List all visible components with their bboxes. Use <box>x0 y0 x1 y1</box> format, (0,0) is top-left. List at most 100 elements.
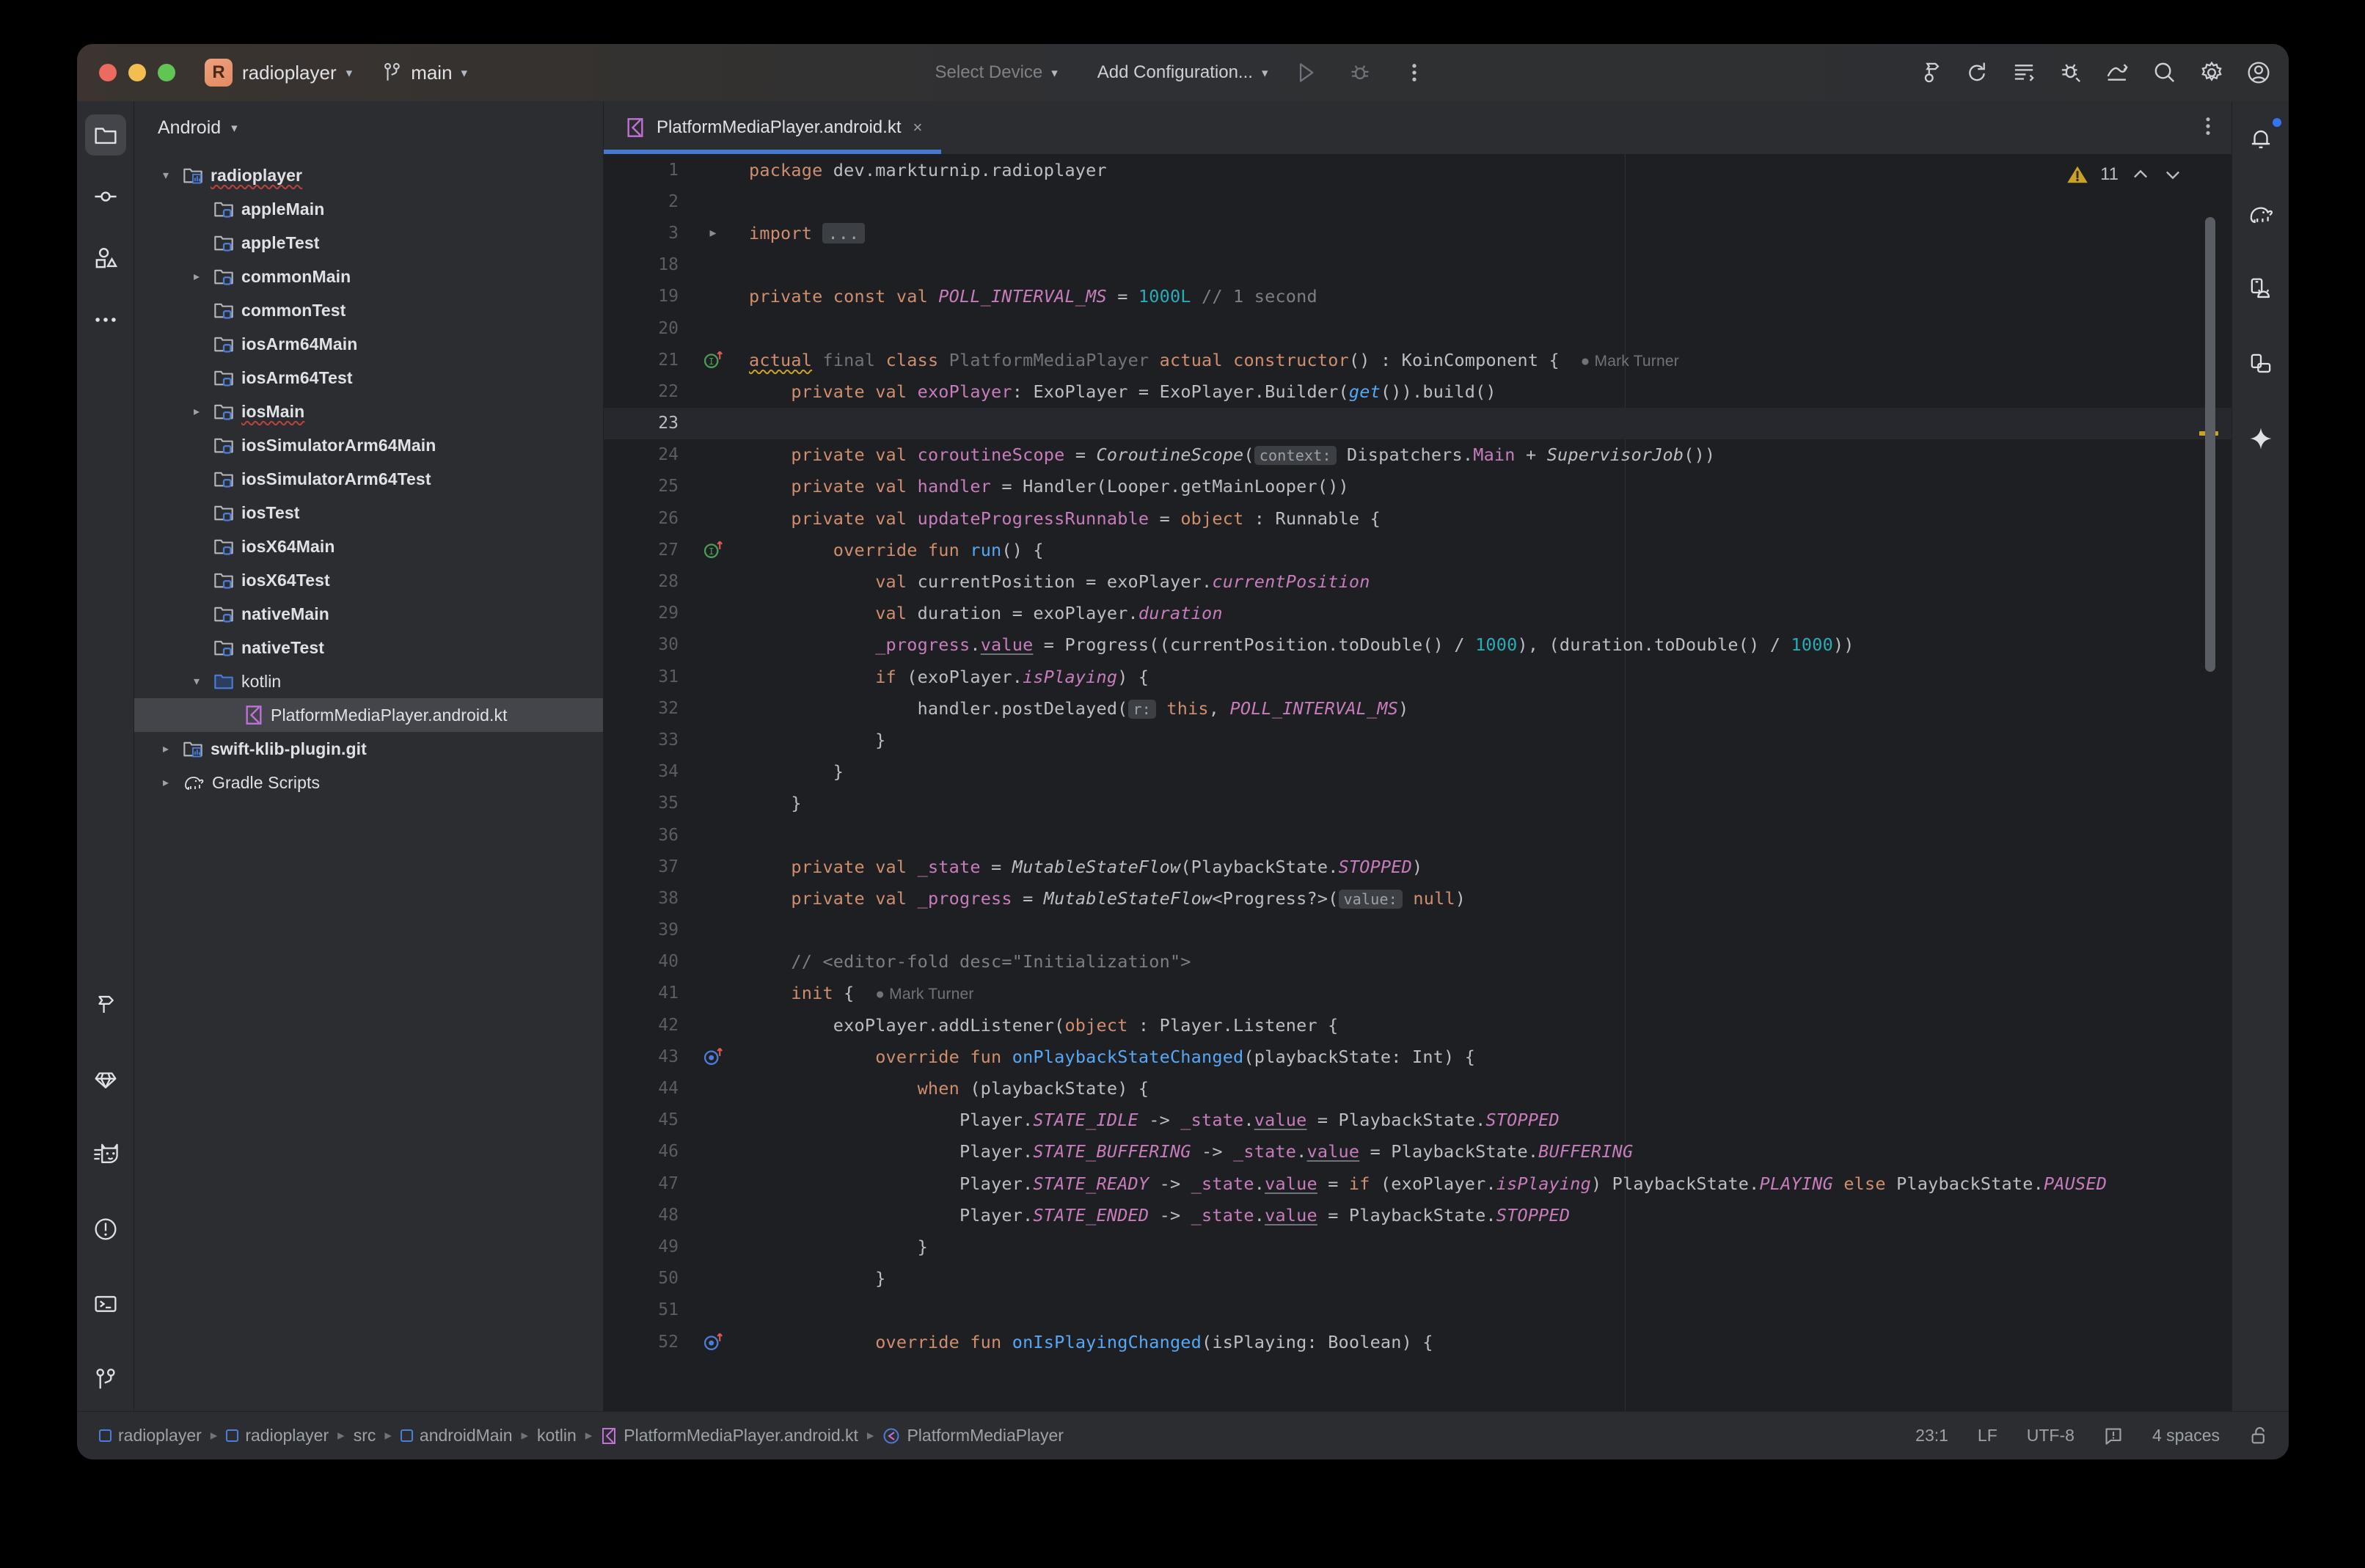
breadcrumb-item[interactable]: radioplayer <box>99 1426 202 1446</box>
twisty-icon[interactable]: ▾ <box>156 168 175 183</box>
tree-node[interactable]: nativeTest <box>134 631 603 664</box>
gutter-row[interactable]: 41 <box>604 978 736 1009</box>
gutter-row[interactable]: 23 <box>604 407 736 439</box>
sidebar-item-build[interactable] <box>85 984 126 1025</box>
gutter-row[interactable]: 52 <box>604 1326 736 1358</box>
sidebar-item-project[interactable] <box>84 114 126 155</box>
tree-node[interactable]: ▸ Gradle Scripts <box>134 766 603 799</box>
code-row[interactable]: private val exoPlayer: ExoPlayer = ExoPl… <box>736 375 2231 407</box>
code-row[interactable]: private val updateProgressRunnable = obj… <box>736 502 2231 534</box>
twisty-icon[interactable]: ▸ <box>187 404 206 419</box>
app-quality-insights-icon[interactable] <box>2105 60 2130 85</box>
gutter-row[interactable]: 3 ▸ <box>604 217 736 249</box>
gutter-row[interactable]: 42 <box>604 1009 736 1041</box>
code-row[interactable] <box>736 1294 2231 1326</box>
gutter-row[interactable]: 31 <box>604 661 736 692</box>
gutter-row[interactable]: 36 <box>604 819 736 851</box>
code-row[interactable]: private val _progress = MutableStateFlow… <box>736 882 2231 914</box>
tab-platformmediaplayer[interactable]: PlatformMediaPlayer.android.kt × <box>604 101 942 154</box>
code-row[interactable] <box>736 186 2231 217</box>
code-row[interactable]: } <box>736 1231 2231 1262</box>
twisty-icon[interactable]: ▾ <box>187 674 206 689</box>
implementing-member-icon[interactable]: I <box>702 539 724 561</box>
gutter-row[interactable]: 18 <box>604 249 736 281</box>
gutter-row[interactable]: 28 <box>604 565 736 597</box>
sidebar-item-resource-manager[interactable] <box>85 238 126 279</box>
code-content[interactable]: package dev.markturnip.radioplayer impor… <box>736 154 2231 1411</box>
gear-icon[interactable] <box>2199 60 2224 85</box>
tree-node[interactable]: commonTest <box>134 293 603 327</box>
code-row[interactable]: override fun onIsPlayingChanged(isPlayin… <box>736 1326 2231 1358</box>
tree-node[interactable]: iosSimulatorArm64Main <box>134 428 603 462</box>
gutter-marker[interactable]: ▸ <box>690 225 736 241</box>
gutter-row[interactable]: 30 <box>604 629 736 661</box>
gutter-row[interactable]: 34 <box>604 756 736 788</box>
code-row[interactable]: Player.STATE_BUFFERING -> _state.value =… <box>736 1136 2231 1168</box>
breadcrumb-item[interactable]: kotlin <box>537 1426 577 1446</box>
gutter-row[interactable]: 26 <box>604 502 736 534</box>
gutter-row[interactable]: 1 <box>604 154 736 186</box>
code-row[interactable]: handler.postDelayed(r: this, POLL_INTERV… <box>736 692 2231 724</box>
sidebar-item-gradle[interactable] <box>85 1059 126 1100</box>
tree-node[interactable]: ▸ commonMain <box>134 260 603 293</box>
gutter-row[interactable]: 19 <box>604 281 736 312</box>
code-row[interactable]: private const val POLL_INTERVAL_MS = 100… <box>736 281 2231 312</box>
code-row[interactable]: private val _state = MutableStateFlow(Pl… <box>736 851 2231 882</box>
gutter-row[interactable]: 21 I <box>604 344 736 375</box>
gutter-row[interactable]: 45 <box>604 1104 736 1136</box>
sidebar-item-device-manager[interactable] <box>2240 268 2281 309</box>
gutter-row[interactable]: 32 <box>604 692 736 724</box>
gutter-row[interactable]: 40 <box>604 946 736 978</box>
code-row[interactable]: init { ● Mark Turner <box>736 978 2231 1009</box>
chevron-up-icon[interactable] <box>2130 165 2151 184</box>
file-encoding[interactable]: UTF-8 <box>2027 1426 2075 1446</box>
overriding-member-icon[interactable] <box>702 1046 724 1068</box>
gutter-row[interactable]: 38 <box>604 882 736 914</box>
sync-project-icon[interactable] <box>1964 60 1989 85</box>
logcat-icon[interactable] <box>2011 60 2036 85</box>
gutter-row[interactable]: 46 <box>604 1136 736 1168</box>
gutter-marker[interactable]: I <box>690 349 736 371</box>
close-window-button[interactable] <box>99 64 117 81</box>
gutter-row[interactable]: 20 <box>604 312 736 344</box>
code-row[interactable]: private val coroutineScope = CoroutineSc… <box>736 439 2231 471</box>
minimize-window-button[interactable] <box>128 64 146 81</box>
run-button[interactable] <box>1290 56 1322 89</box>
gutter-row[interactable]: 50 <box>604 1263 736 1294</box>
overriding-member-icon[interactable] <box>702 1331 724 1353</box>
sidebar-item-problems[interactable] <box>85 1209 126 1250</box>
code-row[interactable]: override fun run() { <box>736 534 2231 565</box>
chevron-down-icon[interactable] <box>2163 165 2183 184</box>
debug-button[interactable] <box>1344 56 1376 89</box>
code-row[interactable]: when (playbackState) { <box>736 1072 2231 1104</box>
tree-node[interactable]: ▸ iosMain <box>134 395 603 428</box>
project-view-selector[interactable]: Android ▾ <box>134 101 603 154</box>
breadcrumb-item[interactable]: androidMain <box>400 1426 513 1446</box>
twisty-icon[interactable]: ▸ <box>187 269 206 284</box>
gutter-row[interactable]: 24 <box>604 439 736 471</box>
code-row[interactable]: exoPlayer.addListener(object : Player.Li… <box>736 1009 2231 1041</box>
tree-node[interactable]: PlatformMediaPlayer.android.kt <box>134 698 603 732</box>
unlocked-icon[interactable] <box>2249 1426 2270 1446</box>
editor-options-button[interactable] <box>2205 116 2231 140</box>
maximize-window-button[interactable] <box>158 64 175 81</box>
gutter-marker[interactable]: I <box>690 539 736 561</box>
sidebar-item-running-devices[interactable] <box>2240 343 2281 384</box>
build-hammer-icon[interactable] <box>1918 60 1942 85</box>
gutter-row[interactable]: 25 <box>604 471 736 502</box>
code-row[interactable]: } <box>736 1263 2231 1294</box>
tree-node[interactable]: iosX64Main <box>134 530 603 563</box>
inspections-widget[interactable]: 11 <box>2066 164 2183 185</box>
twisty-icon[interactable]: ▸ <box>156 741 175 756</box>
inspection-widget-icon[interactable] <box>2104 1426 2123 1446</box>
project-tree[interactable]: ▾ radioplayer appleMain appleTest ▸ commonMai… <box>134 154 603 799</box>
tree-node[interactable]: ▸ swift-klib-plugin.git <box>134 732 603 766</box>
code-row[interactable]: package dev.markturnip.radioplayer <box>736 154 2231 186</box>
tree-node[interactable]: appleMain <box>134 192 603 226</box>
gutter-row[interactable]: 48 <box>604 1199 736 1231</box>
tree-node[interactable]: iosArm64Main <box>134 327 603 361</box>
tree-node[interactable]: iosTest <box>134 496 603 530</box>
line-separator[interactable]: LF <box>1978 1426 1997 1446</box>
breadcrumb[interactable]: radioplayer ▸ radioplayer ▸ src ▸ androidMain ▸… <box>99 1426 1064 1446</box>
gutter-marker[interactable] <box>690 1046 736 1068</box>
